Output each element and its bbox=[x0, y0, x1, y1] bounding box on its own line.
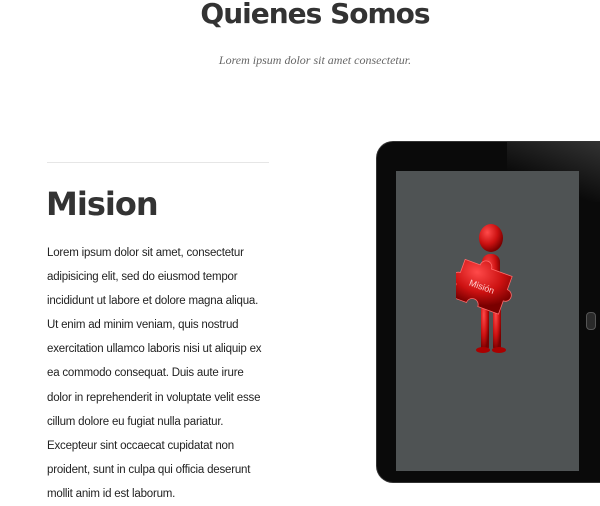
section-heading: Mision bbox=[46, 185, 159, 223]
tablet-image: Misión bbox=[377, 142, 600, 482]
page-title: Quienes Somos bbox=[200, 0, 430, 30]
page-subtitle: Lorem ipsum dolor sit amet consectetur. bbox=[218, 53, 412, 67]
tablet-screen: Misión bbox=[396, 171, 579, 471]
section-body: Lorem ipsum dolor sit amet, consectetur … bbox=[47, 247, 262, 500]
figure-foot-left bbox=[476, 347, 490, 353]
section-divider bbox=[47, 162, 269, 163]
tablet-home-button bbox=[586, 312, 596, 330]
figure-head bbox=[479, 224, 503, 252]
puzzle-piece: Misión bbox=[456, 258, 513, 315]
puzzle-figure-illustration: Misión bbox=[456, 224, 513, 353]
figure-foot-right bbox=[492, 347, 506, 353]
